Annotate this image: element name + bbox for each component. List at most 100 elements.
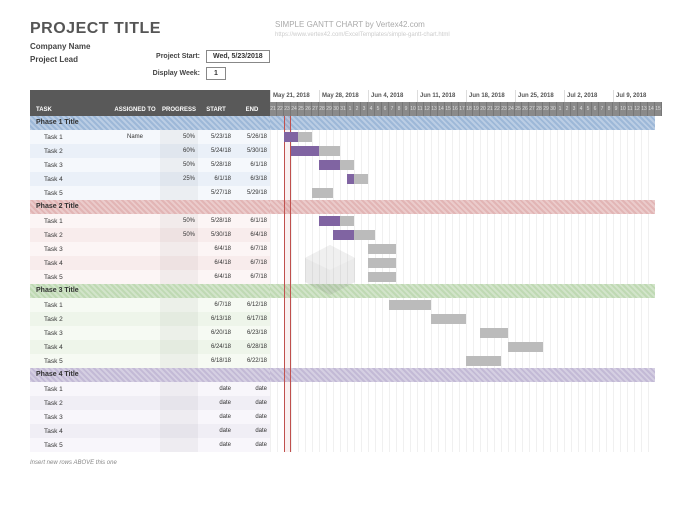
day-cell: 7 <box>599 102 606 116</box>
display-week-input[interactable]: 1 <box>206 67 226 80</box>
task-row[interactable]: Task 46/24/186/28/18 <box>30 340 655 354</box>
gantt-lane <box>270 130 655 144</box>
day-cell: 26 <box>305 102 312 116</box>
day-cell: 28 <box>319 102 326 116</box>
day-cell: 20 <box>480 102 487 116</box>
gantt-bar-remaining[interactable] <box>368 244 396 254</box>
footer-note: Insert new rows ABOVE this one <box>30 460 655 466</box>
day-cell: 4 <box>578 102 585 116</box>
task-name: Task 3 <box>30 414 110 421</box>
week-label: May 28, 2018 <box>319 90 368 102</box>
task-row[interactable]: Task 36/20/186/23/18 <box>30 326 655 340</box>
phase-header[interactable]: Phase 3 Title <box>30 284 270 298</box>
task-end: date <box>234 442 270 448</box>
task-end: 5/26/18 <box>234 134 270 140</box>
gantt-bar-remaining[interactable] <box>368 272 396 282</box>
day-cell: 14 <box>438 102 445 116</box>
gantt-bar-done[interactable] <box>347 174 354 184</box>
task-name: Task 1 <box>30 386 110 393</box>
gantt-bar-remaining[interactable] <box>480 328 508 338</box>
task-start: 6/18/18 <box>198 358 234 364</box>
task-start: 5/27/18 <box>198 190 234 196</box>
task-row[interactable]: Task 46/4/186/7/18 <box>30 256 655 270</box>
task-row[interactable]: Task 350%5/28/186/1/18 <box>30 158 655 172</box>
task-name: Task 4 <box>30 260 110 267</box>
day-cell: 29 <box>543 102 550 116</box>
task-end: 6/7/18 <box>234 274 270 280</box>
task-end: date <box>234 386 270 392</box>
task-start: 6/1/18 <box>198 176 234 182</box>
task-row[interactable]: Task 2datedate <box>30 396 655 410</box>
gantt-lane <box>270 242 655 256</box>
day-cell: 5 <box>375 102 382 116</box>
gantt-bar-remaining[interactable] <box>389 300 431 310</box>
gantt-bar-remaining[interactable] <box>312 188 333 198</box>
task-row[interactable]: Task 4datedate <box>30 424 655 438</box>
task-row[interactable]: Task 5 6/18/186/22/18 <box>30 354 655 368</box>
day-cell: 24 <box>291 102 298 116</box>
day-cell: 2 <box>354 102 361 116</box>
project-start-input[interactable]: Wed, 5/23/2018 <box>206 50 270 63</box>
task-row[interactable]: Task 26/13/186/17/18 <box>30 312 655 326</box>
task-name: Task 4 <box>30 176 110 183</box>
gantt-bar-remaining[interactable] <box>508 342 543 352</box>
task-start: 6/4/18 <box>198 260 234 266</box>
task-progress <box>160 340 198 354</box>
day-cell: 8 <box>606 102 613 116</box>
task-row[interactable]: Task 1Name50%5/23/185/26/18 <box>30 130 655 144</box>
gantt-lane <box>270 438 655 452</box>
gantt-bar-done[interactable] <box>319 160 340 170</box>
task-row[interactable]: Task 55/27/185/29/18 <box>30 186 655 200</box>
col-progress: PROGRESS <box>160 107 198 113</box>
task-end: 5/29/18 <box>234 190 270 196</box>
task-row[interactable]: Task 260%5/24/185/30/18 <box>30 144 655 158</box>
gantt-bar-remaining[interactable] <box>431 314 466 324</box>
gantt-lane <box>270 312 655 326</box>
task-row[interactable]: Task 16/7/186/12/18 <box>30 298 655 312</box>
day-cell: 10 <box>620 102 627 116</box>
day-cell: 15 <box>655 102 662 116</box>
task-progress <box>160 270 198 284</box>
phase-header[interactable]: Phase 4 Title <box>30 368 270 382</box>
task-row[interactable]: Task 250%5/30/186/4/18 <box>30 228 655 242</box>
day-cell: 22 <box>277 102 284 116</box>
gantt-bar-done[interactable] <box>319 216 340 226</box>
task-name: Task 4 <box>30 344 110 351</box>
task-start: date <box>198 428 234 434</box>
task-start: 5/28/18 <box>198 218 234 224</box>
col-assigned: ASSIGNED TO <box>110 107 160 113</box>
task-row[interactable]: Task 36/4/186/7/18 <box>30 242 655 256</box>
task-name: Task 5 <box>30 358 110 365</box>
day-cell: 26 <box>522 102 529 116</box>
task-progress: 25% <box>160 172 198 186</box>
gantt-lane <box>270 410 655 424</box>
task-row[interactable]: Task 5datedate <box>30 438 655 452</box>
task-end: 6/22/18 <box>234 358 270 364</box>
gantt-bar-done[interactable] <box>333 230 354 240</box>
task-progress <box>160 312 198 326</box>
task-start: date <box>198 442 234 448</box>
task-row[interactable]: Task 4 25%6/1/186/3/18 <box>30 172 655 186</box>
gantt-bar-done[interactable] <box>291 146 319 156</box>
task-row[interactable]: Task 3datedate <box>30 410 655 424</box>
col-end: END <box>234 107 270 113</box>
phase-header[interactable]: Phase 2 Title <box>30 200 270 214</box>
gantt-bar-done[interactable] <box>284 132 298 142</box>
day-cell: 27 <box>312 102 319 116</box>
task-row[interactable]: Task 150%5/28/186/1/18 <box>30 214 655 228</box>
day-cell: 23 <box>284 102 291 116</box>
phase-header[interactable]: Phase 1 Title <box>30 116 270 130</box>
gantt-bar-remaining[interactable] <box>466 356 501 366</box>
day-cell: 27 <box>529 102 536 116</box>
day-cell: 30 <box>550 102 557 116</box>
task-progress <box>160 438 198 452</box>
gantt-bar-remaining[interactable] <box>368 258 396 268</box>
task-row[interactable]: Task 1datedate <box>30 382 655 396</box>
gantt-lane <box>270 298 655 312</box>
task-end: 6/3/18 <box>234 176 270 182</box>
gantt-lane <box>270 326 655 340</box>
task-row[interactable]: Task 56/4/186/7/18 <box>30 270 655 284</box>
task-start: 6/7/18 <box>198 302 234 308</box>
task-end: 6/1/18 <box>234 162 270 168</box>
task-end: 5/30/18 <box>234 148 270 154</box>
